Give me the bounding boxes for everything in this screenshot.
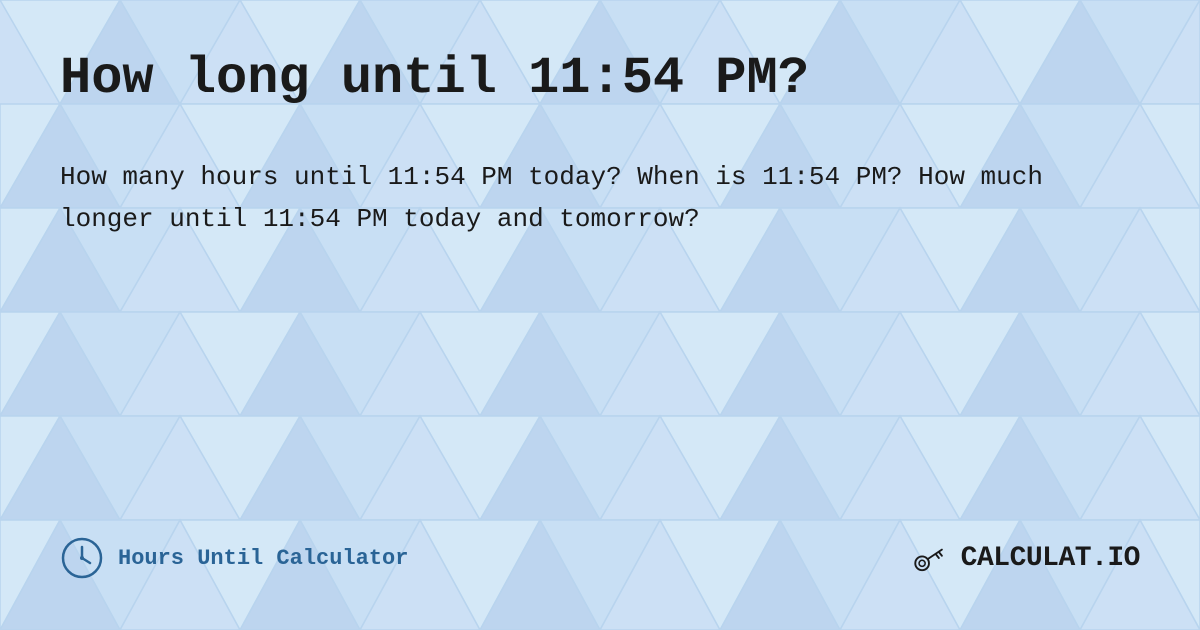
clock-icon xyxy=(60,536,104,580)
footer-left: Hours Until Calculator xyxy=(60,536,408,580)
footer-brand-label: Hours Until Calculator xyxy=(118,546,408,571)
calculator-icon xyxy=(913,539,951,577)
page-description: How many hours until 11:54 PM today? Whe… xyxy=(60,157,1140,240)
footer-right: CALCULAT.IO xyxy=(913,539,1140,577)
footer: Hours Until Calculator CALCULAT.IO xyxy=(60,536,1140,590)
brand-name: CALCULAT.IO xyxy=(961,543,1140,574)
page-title: How long until 11:54 PM? xyxy=(60,50,1140,107)
